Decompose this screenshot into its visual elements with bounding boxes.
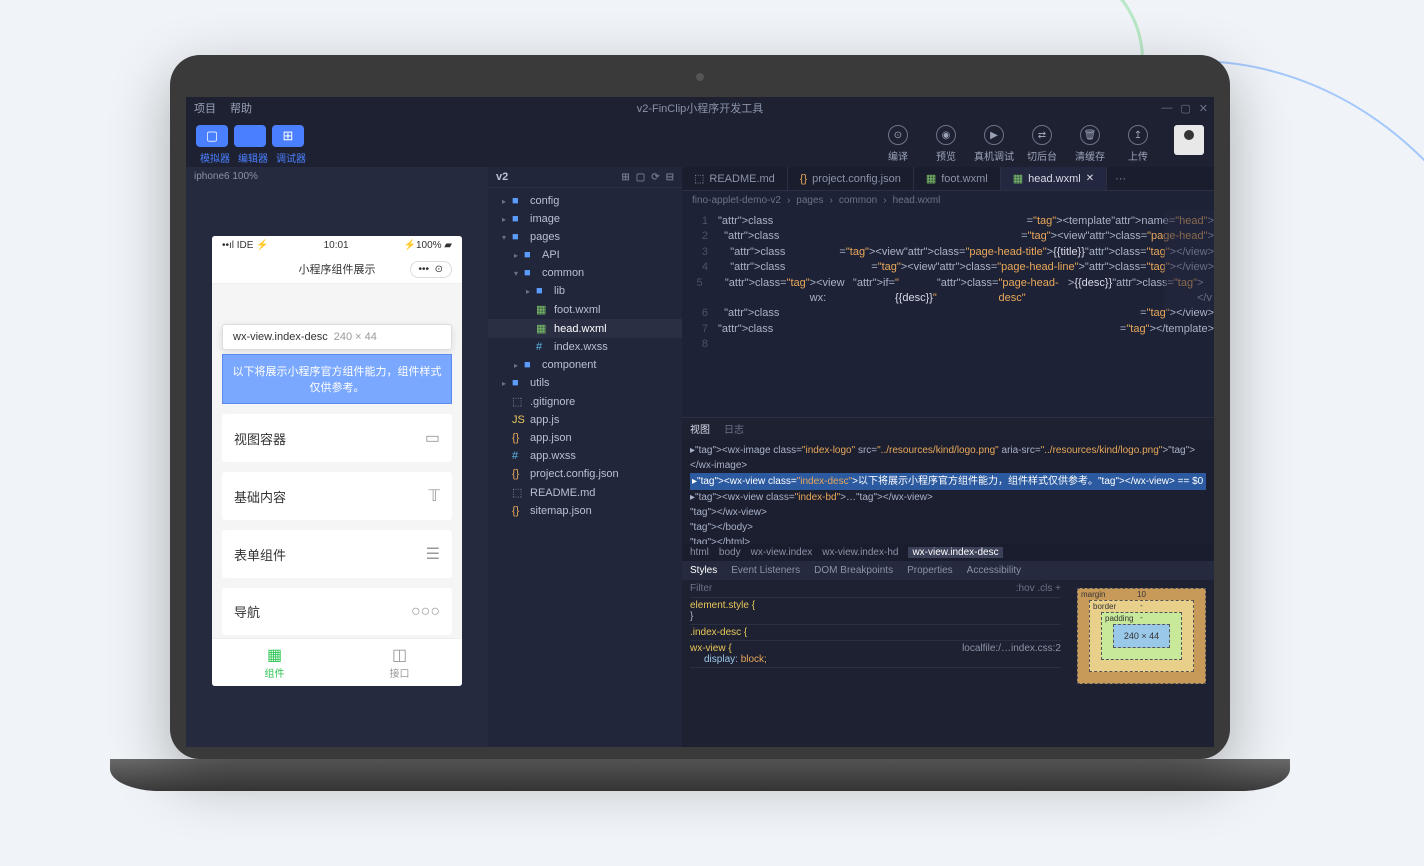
styles-panel[interactable]: Filter :hov .cls + element.style {}.inde… [682,580,1069,747]
app-title: 小程序组件展示 [299,261,376,277]
camera-dot [696,73,704,81]
inspect-tooltip: wx-view.index-desc 240 × 44 [222,324,452,350]
simulator-panel: iphone6 100% ••ıl IDE ⚡ 10:01 ⚡100% ▰ 小程… [186,167,488,747]
file-explorer: v2 ⊞ ▢ ⟳ ⊟ ▸■config▸■image▾■pages▸■API▾■… [488,167,682,747]
card-视图容器[interactable]: 视图容器▭ [222,414,452,462]
phone-tab-组件[interactable]: ▦组件 [212,639,337,686]
action-切后台[interactable]: ⇄切后台 [1018,125,1066,163]
collapse-icon[interactable]: ⊟ [666,172,674,183]
action-编译[interactable]: ⊙编译 [874,125,922,163]
editor-panel: ⬚README.md{}project.config.json▦foot.wxm… [682,167,1214,747]
tree-node-utils[interactable]: ▸■utils [488,374,682,392]
code-editor[interactable]: 1"attr">class="tag"><template "attr">nam… [682,210,1214,417]
crumb[interactable]: pages [796,195,823,206]
tree-node-app.js[interactable]: JSapp.js [488,411,682,429]
devtab-log[interactable]: 日志 [724,421,744,436]
capsule-button[interactable]: ••• ⊙ [410,261,452,278]
tree-node-head.wxml[interactable]: ▦head.wxml [488,319,682,338]
tree-node-config[interactable]: ▸■config [488,192,682,210]
device-info[interactable]: iphone6 100% [186,167,488,186]
phone-tab-接口[interactable]: ◫接口 [337,639,462,686]
tree-node-.gitignore[interactable]: ⬚.gitignore [488,392,682,411]
win-max-icon[interactable]: ▢ [1180,102,1190,115]
win-min-icon[interactable]: — [1161,102,1172,115]
action-上传[interactable]: ↥上传 [1114,125,1162,163]
crumb[interactable]: head.wxml [893,195,941,206]
tree-node-sitemap.json[interactable]: {}sitemap.json [488,502,682,520]
elem-crumb[interactable]: body [719,547,741,558]
tree-node-image[interactable]: ▸■image [488,210,682,228]
card-表单组件[interactable]: 表单组件☰ [222,530,452,578]
editor-tab-README.md[interactable]: ⬚README.md [682,167,788,190]
tree-node-component[interactable]: ▸■component [488,356,682,374]
menu-help[interactable]: 帮助 [230,100,252,116]
card-基础内容[interactable]: 基础内容𝕋 [222,472,452,520]
panel-tab-Accessibility[interactable]: Accessibility [967,565,1021,576]
highlighted-element[interactable]: 以下将展示小程序官方组件能力，组件样式仅供参考。 [222,354,452,404]
add-rule-icon[interactable]: + [1055,583,1061,594]
tree-node-README.md[interactable]: ⬚README.md [488,483,682,502]
elem-crumb[interactable]: wx-view.index-desc [908,547,1002,558]
panel-tab-Event Listeners[interactable]: Event Listeners [731,565,800,576]
phone-statusbar: ••ıl IDE ⚡ 10:01 ⚡100% ▰ [212,236,462,255]
new-folder-icon[interactable]: ▢ [636,172,645,183]
refresh-icon[interactable]: ⟳ [651,172,659,183]
elem-crumb[interactable]: wx-view.index-hd [822,547,898,558]
tree-node-pages[interactable]: ▾■pages [488,228,682,246]
editor-tab-project.config.json[interactable]: {}project.config.json [788,167,914,190]
minimap[interactable] [1164,210,1214,310]
crumb[interactable]: common [839,195,877,206]
box-model: margin 10 border - padding - 240 × 44 [1069,580,1214,747]
tree-node-common[interactable]: ▾■common [488,264,682,282]
tabs-more-icon[interactable]: ⋯ [1107,167,1134,190]
menu-project[interactable]: 项目 [194,100,216,116]
tree-node-app.wxss[interactable]: #app.wxss [488,447,682,465]
phone-preview: ••ıl IDE ⚡ 10:01 ⚡100% ▰ 小程序组件展示 ••• ⊙ w… [212,236,462,686]
crumb[interactable]: fino-applet-demo-v2 [692,195,781,206]
mode-btn-2[interactable]: ⊞ [272,125,304,147]
hov-toggle[interactable]: :hov [1016,583,1035,594]
laptop-base [110,759,1290,791]
mode-btn-0[interactable]: ▢ [196,125,228,147]
laptop-frame: 项目 帮助 v2-FinClip小程序开发工具 — ▢ ✕ ▢⊞ 模拟器编辑器调… [170,55,1230,791]
tree-root[interactable]: v2 [496,171,508,183]
tree-node-index.wxss[interactable]: #index.wxss [488,338,682,356]
cls-toggle[interactable]: .cls [1037,583,1052,594]
tree-node-foot.wxml[interactable]: ▦foot.wxml [488,300,682,319]
panel-tab-Styles[interactable]: Styles [690,565,717,576]
tree-node-project.config.json[interactable]: {}project.config.json [488,465,682,483]
tree-node-lib[interactable]: ▸■lib [488,282,682,300]
new-file-icon[interactable]: ⊞ [621,172,629,183]
editor-tab-foot.wxml[interactable]: ▦foot.wxml [914,167,1001,190]
tree-node-API[interactable]: ▸■API [488,246,682,264]
action-清缓存[interactable]: 🗑清缓存 [1066,125,1114,163]
window-title: v2-FinClip小程序开发工具 [637,100,764,116]
elements-tree[interactable]: ▸"tag"><wx-image class="index-logo" src=… [682,439,1214,544]
elem-crumb[interactable]: html [690,547,709,558]
card-导航[interactable]: 导航○○○ [222,588,452,635]
styles-filter[interactable]: Filter [690,583,1016,594]
action-真机调试[interactable]: ▶真机调试 [970,125,1018,163]
user-avatar[interactable] [1174,125,1204,155]
elem-crumb[interactable]: wx-view.index [751,547,813,558]
tree-node-app.json[interactable]: {}app.json [488,429,682,447]
action-预览[interactable]: ◉预览 [922,125,970,163]
toolbar: ▢⊞ 模拟器编辑器调试器 ⊙编译◉预览▶真机调试⇄切后台🗑清缓存↥上传 [186,119,1214,167]
panel-tab-Properties[interactable]: Properties [907,565,953,576]
menubar: 项目 帮助 v2-FinClip小程序开发工具 — ▢ ✕ [186,97,1214,119]
phone-navbar: 小程序组件展示 ••• ⊙ [212,255,462,284]
view-mode-group: ▢⊞ 模拟器编辑器调试器 [196,125,310,165]
editor-tab-head.wxml[interactable]: ▦head.wxml✕ [1001,167,1107,190]
devtab-view[interactable]: 视图 [690,421,710,436]
ide-screen: 项目 帮助 v2-FinClip小程序开发工具 — ▢ ✕ ▢⊞ 模拟器编辑器调… [186,97,1214,747]
mode-btn-1[interactable] [234,125,266,147]
win-close-icon[interactable]: ✕ [1199,102,1208,115]
devtools: 视图 日志 ▸"tag"><wx-image class="index-logo… [682,417,1214,747]
panel-tab-DOM Breakpoints[interactable]: DOM Breakpoints [814,565,893,576]
